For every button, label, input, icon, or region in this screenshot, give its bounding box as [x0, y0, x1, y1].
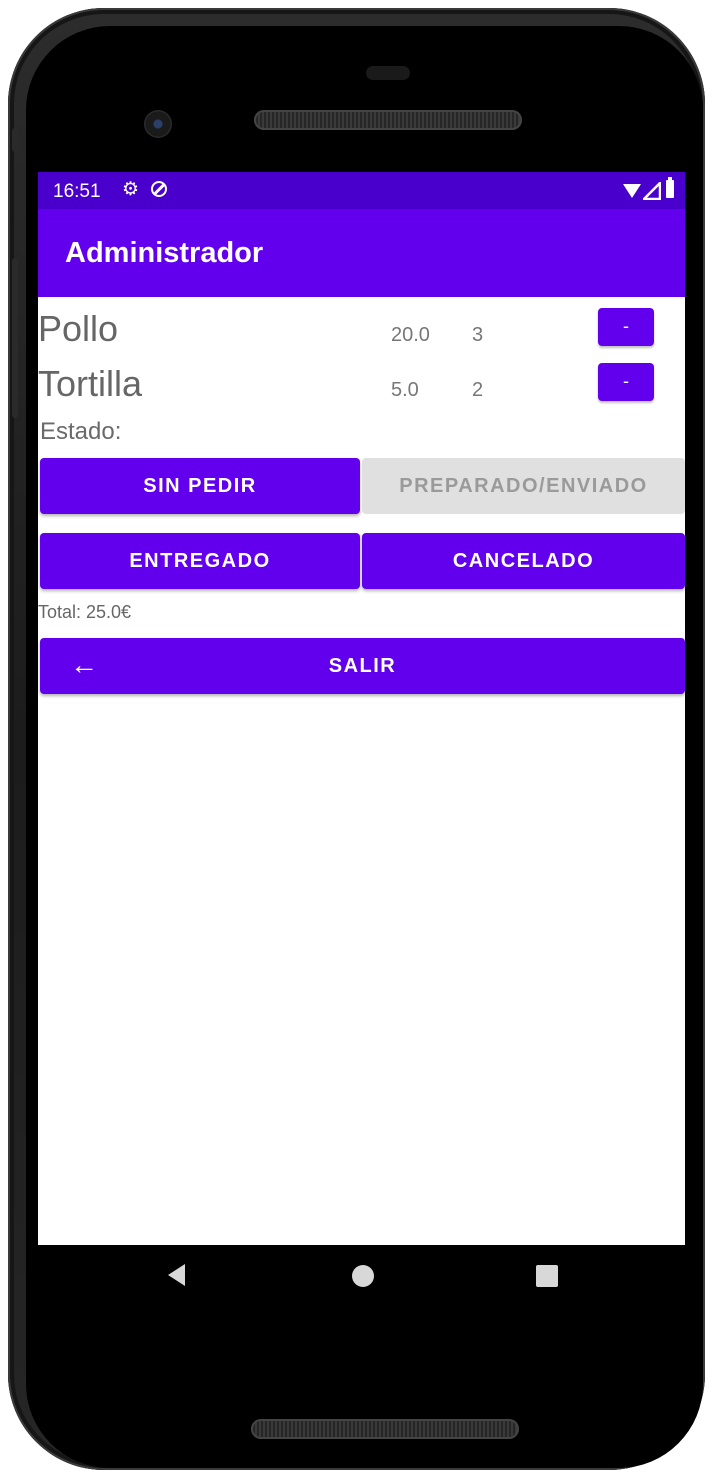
gear-icon: ⚙ [122, 179, 140, 200]
estado-label: Estado: [40, 418, 122, 445]
proximity-sensor [366, 66, 410, 80]
order-item-row: Pollo 20.0 3 - [38, 308, 685, 358]
entregado-button[interactable]: ENTREGADO [40, 533, 360, 589]
item-price: 20.0 [391, 324, 430, 346]
sin-pedir-button[interactable]: SIN PEDIR [40, 458, 360, 514]
page-title: Administrador [65, 237, 264, 269]
nav-back-icon[interactable] [168, 1264, 185, 1286]
system-nav-bar [38, 1245, 685, 1315]
status-bar: 16:51 ⚙ [38, 172, 685, 209]
bottom-speaker [251, 1419, 519, 1439]
order-item-row: Tortilla 5.0 2 - [38, 363, 685, 413]
item-quantity: 3 [472, 324, 484, 346]
item-name: Tortilla [38, 363, 143, 404]
side-button [12, 258, 18, 418]
battery-icon [666, 177, 674, 198]
side-button [12, 128, 18, 152]
app-screen: 16:51 ⚙ Administrador Pollo 20.0 3 - Tor… [38, 172, 685, 1245]
cancelado-button[interactable]: CANCELADO [362, 533, 685, 589]
item-price: 5.0 [391, 379, 419, 401]
total-label: Total: 25.0€ [38, 602, 132, 622]
wifi-icon [623, 184, 641, 198]
nav-recents-icon[interactable] [536, 1265, 558, 1287]
exit-button-label: SALIR [328, 655, 397, 677]
sync-icon [151, 181, 167, 197]
exit-button[interactable]: ← SALIR [40, 638, 685, 694]
signal-icon [643, 182, 661, 200]
back-arrow-icon: ← [70, 649, 98, 680]
top-speaker [254, 110, 522, 130]
status-time: 16:51 [53, 181, 101, 202]
item-quantity: 2 [472, 379, 484, 401]
nav-home-icon[interactable] [352, 1265, 374, 1287]
remove-item-button[interactable]: - [598, 363, 654, 401]
front-camera [144, 110, 172, 138]
item-name: Pollo [38, 308, 119, 349]
preparado-enviado-button[interactable]: PREPARADO/ENVIADO [362, 458, 685, 514]
app-bar: Administrador [38, 209, 685, 297]
remove-item-button[interactable]: - [598, 308, 654, 346]
